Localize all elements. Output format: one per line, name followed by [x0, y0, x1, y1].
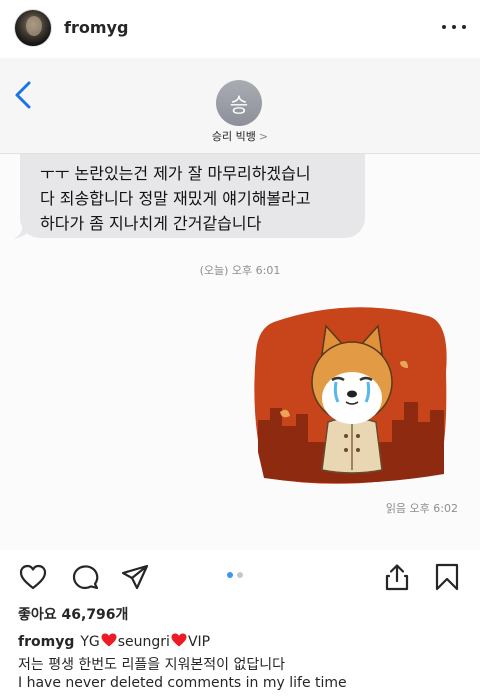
more-options-icon[interactable] [442, 17, 466, 37]
post-header: fromyg [0, 0, 480, 58]
contact-name-text: 승리 빅뱅 [211, 130, 256, 143]
contact-avatar: 승 [216, 80, 262, 126]
shiba-sticker-image [254, 307, 447, 484]
upload-icon[interactable] [382, 562, 412, 592]
message-bubble: ㅜㅜ 논란있는건 제가 잘 마무리하겠습니 다 죄송합니다 정말 재밌게 얘기해… [20, 154, 365, 238]
action-bar [0, 550, 480, 602]
caption-first-line: fromyg YG seungri VIP [18, 633, 210, 650]
caption-korean-line: 저는 평생 한번도 리플을 지워본적이 없답니다 [18, 657, 285, 673]
caption-english-line: I have never deleted comments in my life… [18, 675, 347, 691]
red-heart-icon [171, 633, 187, 647]
read-timestamp: 읽음 오후 6:02 [385, 502, 458, 515]
like-heart-icon[interactable] [18, 562, 48, 592]
carousel-dot-active [227, 572, 233, 578]
message-nav-bar: 승 승리 빅뱅 > [0, 58, 480, 154]
contact-chevron: > [258, 130, 269, 143]
caption-seungri: seungri [117, 634, 170, 650]
post-image[interactable]: 승 승리 빅뱅 > ㅜㅜ 논란있는건 제가 잘 마무리하겠습니 다 죄송합니다 정… [0, 58, 480, 550]
likes-count[interactable]: 좋아요 46,796개 [18, 604, 128, 624]
contact-name: 승리 빅뱅 > [0, 128, 480, 144]
post-username[interactable]: fromyg [64, 18, 128, 37]
sent-timestamp: (오늘) 오후 6:01 [199, 264, 281, 277]
caption-username[interactable]: fromyg [18, 634, 74, 650]
red-heart-icon [101, 633, 117, 647]
bubble-tail [14, 226, 32, 239]
bookmark-icon[interactable] [432, 562, 462, 592]
share-icon[interactable] [120, 562, 150, 592]
bubble-line: ㅜㅜ 논란있는건 제가 잘 마무리하겠습니 [40, 164, 311, 183]
caption-vip: VIP [187, 634, 211, 650]
back-chevron-icon [15, 81, 31, 109]
avatar[interactable] [14, 9, 52, 47]
carousel-indicator [227, 572, 243, 578]
bubble-line: 하다가 좀 지나치게 간거같습니다 [40, 214, 262, 233]
comment-icon[interactable] [70, 562, 100, 592]
caption-yg: YG [80, 634, 100, 650]
bubble-line: 다 죄송합니다 정말 재밌게 얘기해볼라고 [40, 189, 311, 208]
carousel-dot [237, 572, 243, 578]
